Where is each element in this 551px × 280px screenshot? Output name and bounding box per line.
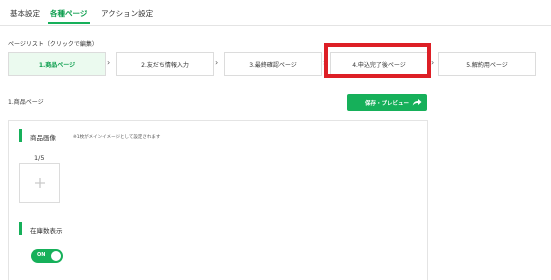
step-cancellation[interactable]: 5.解約用ページ bbox=[438, 52, 536, 76]
stock-display-toggle[interactable]: ON bbox=[31, 249, 63, 263]
image-counter: 1/5 bbox=[34, 154, 45, 162]
product-settings-card bbox=[8, 120, 428, 280]
tab-action-settings[interactable]: アクション設定 bbox=[101, 8, 153, 19]
tab-basic-settings[interactable]: 基本設定 bbox=[10, 8, 40, 19]
section-bar bbox=[19, 222, 22, 235]
page-list-label: ページリスト（クリックで編集） bbox=[8, 41, 98, 48]
tab-pages[interactable]: 各種ページ bbox=[50, 8, 87, 19]
section-title: 1.商品ページ bbox=[8, 99, 44, 106]
highlight-annotation bbox=[324, 43, 431, 78]
step-friend-info[interactable]: 2.友だち情報入力 bbox=[116, 52, 214, 76]
top-tabs: 基本設定 各種ページ アクション設定 bbox=[0, 0, 551, 28]
toggle-knob bbox=[51, 251, 61, 261]
chevron-right-icon: › bbox=[107, 58, 111, 67]
save-preview-label: 保存・プレビュー bbox=[365, 100, 410, 107]
step-product-page[interactable]: 1.商品ページ bbox=[8, 52, 106, 76]
share-arrow-icon bbox=[412, 99, 422, 106]
chevron-right-icon: › bbox=[215, 58, 219, 67]
plus-icon bbox=[34, 178, 45, 188]
stock-display-label: 在庫数表示 bbox=[30, 227, 63, 235]
save-preview-button[interactable]: 保存・プレビュー bbox=[347, 94, 427, 111]
product-image-note: ※1枚がメインイメージとして設定されます bbox=[73, 135, 161, 140]
product-image-label: 商品画像 bbox=[30, 134, 56, 142]
tabs-divider bbox=[0, 25, 551, 26]
active-tab-indicator bbox=[48, 22, 90, 24]
chevron-right-icon: › bbox=[431, 58, 435, 67]
toggle-label: ON bbox=[37, 252, 46, 258]
section-bar bbox=[19, 129, 22, 142]
step-final-confirm[interactable]: 3.最終確認ページ bbox=[224, 52, 322, 76]
image-upload-slot[interactable] bbox=[19, 163, 60, 203]
